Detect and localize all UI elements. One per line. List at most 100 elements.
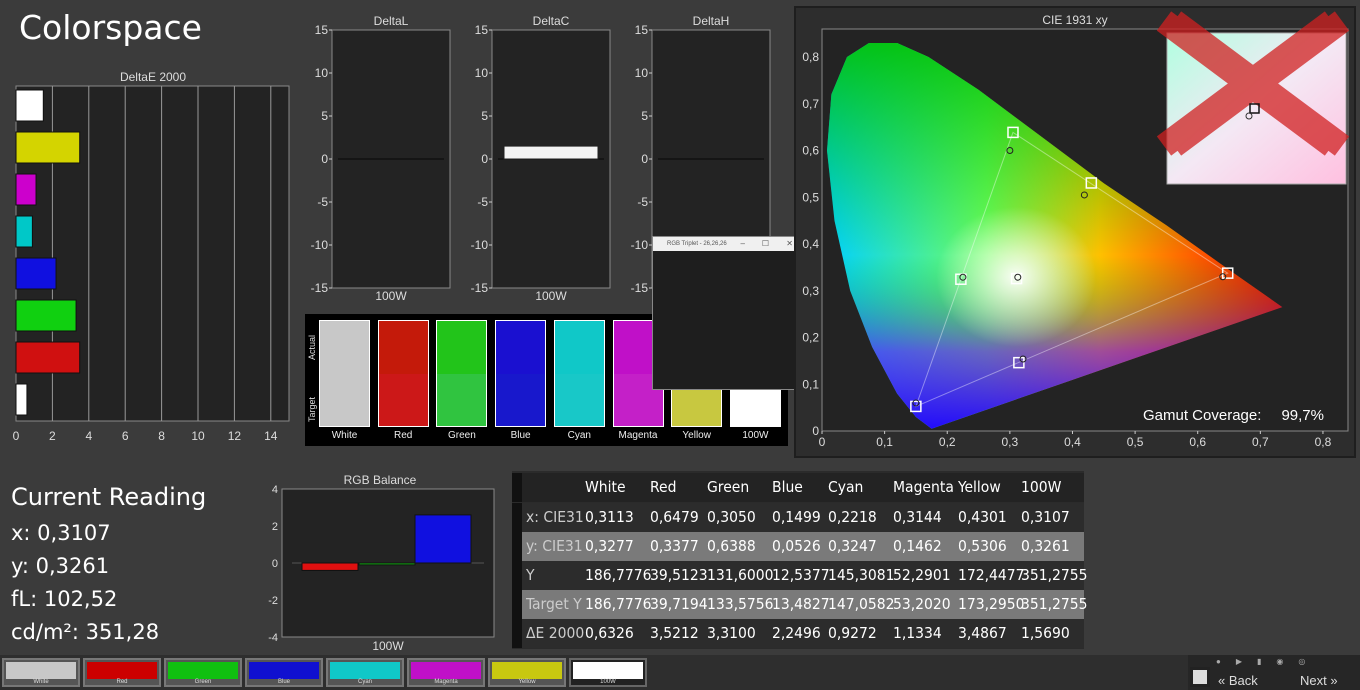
table-cell: x: CIE31 bbox=[526, 508, 584, 526]
table-cell: 133,5756 bbox=[707, 595, 774, 613]
table-cell: 0,3261 bbox=[1021, 537, 1070, 555]
rgb-triplet-window[interactable]: RGB Triplet - 26,26,26 – ☐ ✕ bbox=[652, 236, 802, 390]
table-row: Target Y 186,7776 39,7194 133,5756 13,4827 14… bbox=[512, 590, 1088, 619]
swatch-red[interactable]: Red bbox=[83, 658, 161, 687]
table-header-cell: White bbox=[585, 478, 626, 496]
rgb-balance-chart: RGB Balance 4 2 0 -2 -4 100W bbox=[268, 473, 495, 653]
back-label: Back bbox=[1228, 673, 1258, 688]
cie-ytick: 0,7 bbox=[802, 97, 819, 111]
patch-label: Green bbox=[447, 430, 476, 441]
deltae-xtick: 12 bbox=[228, 429, 242, 443]
delta-ytick: 0 bbox=[641, 152, 648, 166]
cie-ytick: 0,2 bbox=[802, 331, 819, 345]
current-reading-title: Current Reading bbox=[11, 483, 207, 511]
close-icon[interactable]: ✕ bbox=[786, 237, 793, 251]
rgb-ytick: 2 bbox=[272, 521, 278, 533]
table-header-cell: 100W bbox=[1021, 478, 1062, 496]
deltae-xtick: 10 bbox=[191, 429, 205, 443]
table-cell: 147,0582 bbox=[828, 595, 895, 613]
rgb-balance-xlabel: 100W bbox=[372, 639, 404, 653]
deltae-bar-green bbox=[15, 299, 77, 332]
patch-target-color bbox=[320, 373, 369, 426]
delta-ytick: 0 bbox=[321, 152, 328, 166]
row-indicator bbox=[512, 473, 522, 502]
patch-red bbox=[377, 320, 429, 427]
current-y: y: 0,3261 bbox=[11, 554, 110, 578]
nav-panel: ●▶▮◉◎ « Back Next » bbox=[1188, 655, 1360, 690]
table-cell: 145,3081 bbox=[828, 566, 895, 584]
swatch-color bbox=[573, 662, 643, 679]
maximize-icon[interactable]: ☐ bbox=[762, 237, 769, 251]
window-titlebar[interactable]: RGB Triplet - 26,26,26 – ☐ ✕ bbox=[653, 237, 801, 251]
table-header-cell: Magenta bbox=[893, 478, 954, 496]
window-title: RGB Triplet - 26,26,26 bbox=[667, 241, 727, 247]
delta-chart-title: DeltaH bbox=[693, 14, 730, 28]
next-button[interactable]: Next » bbox=[1300, 673, 1338, 688]
table-cell: 0,1462 bbox=[893, 537, 942, 555]
delta-ytick: 5 bbox=[321, 109, 328, 123]
swatch-blue[interactable]: Blue bbox=[245, 658, 323, 687]
swatch-label: White bbox=[33, 679, 49, 685]
toolbar-icons[interactable]: ●▶▮◉◎ bbox=[1216, 657, 1320, 666]
deltae-title: DeltaE 2000 bbox=[120, 70, 186, 84]
patch-actual-color bbox=[496, 321, 546, 374]
table-row: ΔE 2000 0,6326 3,5212 3,3100 2,2496 0,9272 1,1… bbox=[512, 619, 1084, 648]
patch-actual-color bbox=[378, 321, 428, 374]
row-indicator bbox=[512, 561, 522, 590]
table-cell: 0,2218 bbox=[828, 508, 877, 526]
swatch-green[interactable]: Green bbox=[164, 658, 242, 687]
swatch-color bbox=[330, 662, 400, 679]
table-cell: 0,6388 bbox=[707, 537, 756, 555]
swatch-white[interactable]: White bbox=[2, 658, 80, 687]
table-cell: 173,2950 bbox=[958, 595, 1025, 613]
back-button[interactable]: « Back bbox=[1218, 673, 1258, 688]
delta-ytick: 10 bbox=[635, 66, 649, 80]
stop-icon[interactable] bbox=[1190, 667, 1210, 687]
swatch-magenta[interactable]: Magenta bbox=[407, 658, 485, 687]
next-label: Next bbox=[1300, 673, 1327, 688]
swatch-100w[interactable]: 100W bbox=[569, 658, 647, 687]
swatch-color bbox=[411, 662, 481, 679]
cie-xtick: 0,4 bbox=[1064, 435, 1081, 449]
deltae-bar-blue bbox=[15, 257, 57, 290]
cie-ytick: 0,4 bbox=[802, 237, 819, 251]
table-cell: 39,5123 bbox=[650, 566, 708, 584]
cie-xtick: 0,5 bbox=[1127, 435, 1144, 449]
cie-ytick: 0 bbox=[812, 424, 819, 438]
table-header-cell: Blue bbox=[772, 478, 803, 496]
table-cell: 0,3247 bbox=[828, 537, 877, 555]
patch-green bbox=[436, 320, 488, 427]
table-cell: 3,5212 bbox=[650, 624, 699, 642]
table-cell: 0,9272 bbox=[828, 624, 877, 642]
table-cell: Y bbox=[526, 566, 535, 584]
minimize-icon[interactable]: – bbox=[741, 237, 745, 251]
swatch-color bbox=[249, 662, 319, 679]
delta-ytick: -5 bbox=[477, 195, 488, 209]
table-cell: 186,7776 bbox=[585, 595, 652, 613]
rgb-bar-red bbox=[301, 562, 359, 571]
delta-ytick: -15 bbox=[311, 281, 329, 295]
row-indicator bbox=[512, 532, 522, 561]
cie-xtick: 0,7 bbox=[1252, 435, 1269, 449]
current-x: x: 0,3107 bbox=[11, 521, 111, 545]
deltae-bar-red bbox=[15, 341, 81, 374]
delta-ytick: 15 bbox=[635, 23, 649, 37]
patch-label: Yellow bbox=[682, 430, 711, 441]
cie-xtick: 0,8 bbox=[1315, 435, 1332, 449]
deltae-xtick: 0 bbox=[13, 429, 20, 443]
swatch-cyan[interactable]: Cyan bbox=[326, 658, 404, 687]
table-cell: 351,2755 bbox=[1021, 566, 1088, 584]
page-title: Colorspace bbox=[19, 8, 202, 47]
table-cell: 186,7776 bbox=[585, 566, 652, 584]
swatch-label: Green bbox=[194, 679, 212, 685]
table-cell: 39,7194 bbox=[650, 595, 708, 613]
patch-label: White bbox=[331, 430, 358, 441]
delta-ytick: 10 bbox=[475, 66, 489, 80]
delta-ytick: 0 bbox=[481, 152, 488, 166]
delta-xlabel: 100W bbox=[375, 289, 407, 303]
table-cell: Target Y bbox=[526, 595, 582, 613]
swatch-yellow[interactable]: Yellow bbox=[488, 658, 566, 687]
delta-ytick: -15 bbox=[471, 281, 489, 295]
rgb-ytick: 0 bbox=[272, 558, 278, 570]
delta-xlabel: 100W bbox=[535, 289, 567, 303]
